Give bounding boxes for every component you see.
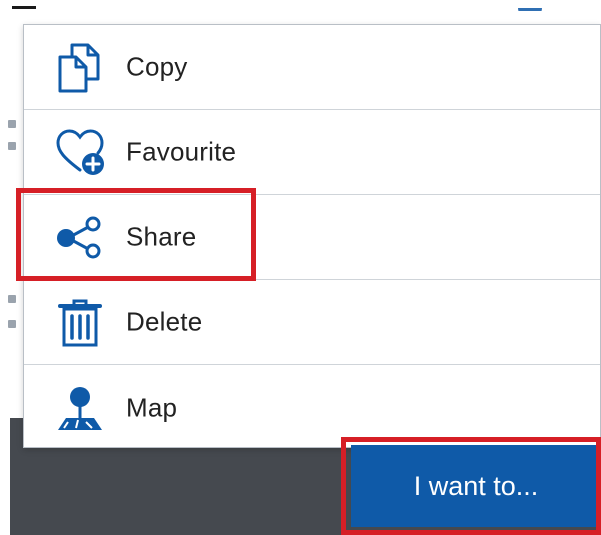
menu-item-delete[interactable]: Delete: [24, 280, 600, 365]
i-want-to-highlight-box: [341, 437, 601, 535]
map-pin-icon: [52, 380, 108, 436]
background-marker: [8, 295, 16, 303]
background-marker: [8, 120, 16, 128]
share-highlight-box: [16, 188, 256, 281]
menu-item-label: Favourite: [126, 136, 237, 167]
background-avatar-edge: [518, 8, 542, 18]
background-marker: [8, 142, 16, 150]
copy-icon: [52, 39, 108, 95]
favourite-add-icon: [52, 124, 108, 180]
screen: Copy Favourite Share Delete Map I want t…: [0, 0, 601, 535]
background-header: [0, 0, 601, 22]
menu-item-label: Map: [126, 392, 178, 422]
menu-item-label: Copy: [126, 51, 188, 82]
menu-item-label: Delete: [126, 306, 203, 337]
menu-item-favourite[interactable]: Favourite: [24, 110, 600, 195]
menu-item-copy[interactable]: Copy: [24, 25, 600, 110]
trash-icon: [52, 294, 108, 350]
background-menu-mark: [12, 6, 36, 9]
background-marker: [8, 320, 16, 328]
